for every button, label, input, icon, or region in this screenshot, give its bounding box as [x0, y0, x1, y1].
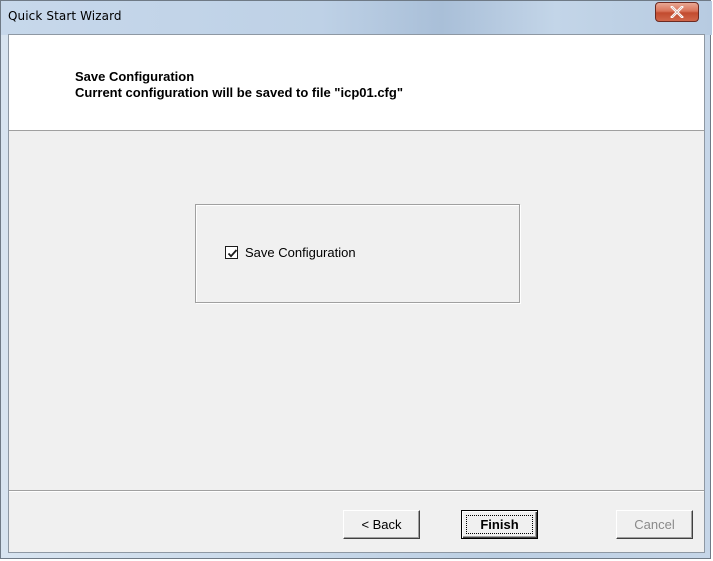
save-configuration-option[interactable]: Save Configuration: [225, 244, 356, 260]
back-button-label: < Back: [361, 517, 402, 532]
close-button[interactable]: [655, 2, 699, 22]
finish-button[interactable]: Finish: [461, 510, 538, 539]
title-bar[interactable]: Quick Start Wizard: [1, 1, 712, 35]
cancel-button-label: Cancel: [634, 517, 675, 532]
back-button[interactable]: < Back: [343, 510, 420, 539]
page-title: Save Configuration: [75, 69, 195, 84]
wizard-header: Save Configuration Current configuration…: [9, 35, 704, 131]
checkmark-icon: [227, 248, 238, 258]
wizard-client-area: Save Configuration Current configuration…: [8, 34, 705, 553]
footer-divider: [9, 490, 704, 492]
window-title: Quick Start Wizard: [8, 9, 122, 23]
focus-ring: [466, 515, 533, 534]
save-configuration-checkbox[interactable]: [225, 245, 238, 259]
wizard-window: Quick Start Wizard Save Configuration Cu…: [0, 0, 712, 559]
save-configuration-label: Save Configuration: [245, 244, 356, 260]
cancel-button[interactable]: Cancel: [616, 510, 693, 539]
page-subtitle: Current configuration will be saved to f…: [75, 85, 403, 100]
close-icon: [670, 6, 684, 18]
